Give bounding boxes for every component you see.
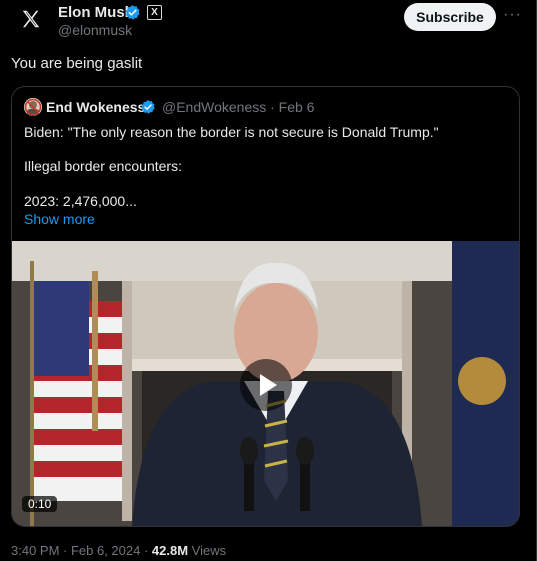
more-options-icon[interactable]: ··· — [503, 6, 522, 24]
video-player[interactable]: 0:10 — [12, 241, 519, 526]
quote-text-line: 2023: 2,476,000... — [24, 193, 137, 209]
quote-text-line: Illegal border encounters: — [24, 158, 182, 174]
play-button[interactable] — [240, 359, 292, 411]
verified-badge-icon — [141, 100, 155, 114]
x-logo-icon[interactable] — [20, 8, 42, 30]
author-name[interactable]: Elon Musk — [58, 4, 133, 21]
quote-handle-date[interactable]: @EndWokeness · Feb 6 — [162, 99, 314, 115]
author-handle[interactable]: @elonmusk — [58, 22, 132, 38]
views-label: Views — [188, 543, 227, 558]
tweet-timestamp[interactable]: 3:40 PM · Feb 6, 2024 · — [11, 543, 152, 558]
subscribe-button[interactable]: Subscribe — [404, 3, 496, 31]
avatar-image — [24, 98, 42, 116]
quote-avatar[interactable] — [24, 98, 42, 116]
tweet-meta: 3:40 PM · Feb 6, 2024 · 42.8M Views — [11, 543, 226, 558]
video-duration: 0:10 — [22, 496, 58, 512]
quote-text-line: Biden: "The only reason the border is no… — [24, 124, 439, 140]
show-more-link[interactable]: Show more — [24, 211, 95, 227]
views-count: 42.8M — [151, 543, 189, 558]
verified-badge-icon — [125, 5, 140, 20]
quote-author-name[interactable]: End Wokeness — [46, 99, 145, 115]
quoted-tweet-card[interactable]: End Wokeness @EndWokeness · Feb 6 Biden:… — [11, 86, 520, 527]
play-icon — [260, 374, 277, 396]
tweet-text: You are being gaslit — [11, 55, 143, 72]
x-affiliation-icon[interactable]: X — [147, 5, 162, 20]
